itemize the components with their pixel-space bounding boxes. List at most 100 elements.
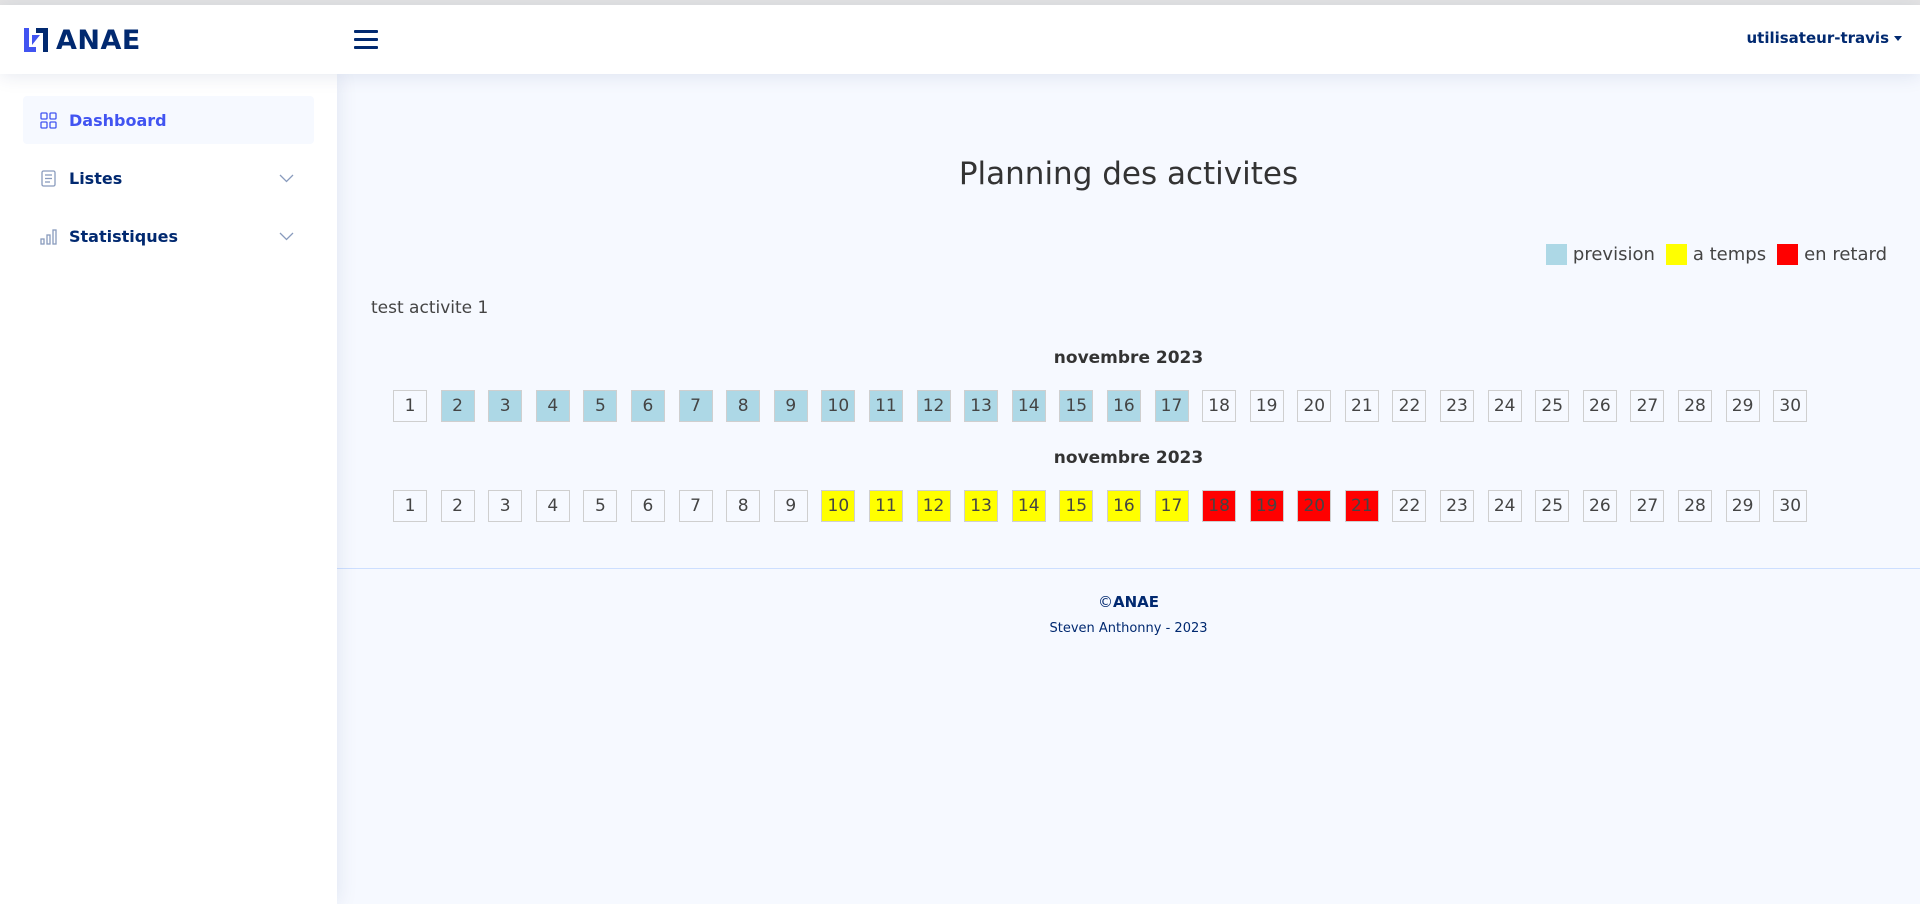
sidebar-item-statistiques[interactable]: Statistiques <box>23 212 314 260</box>
day-cell: 1 <box>393 490 427 522</box>
copyright: ©ANAE <box>337 593 1920 611</box>
day-cell: 24 <box>1487 490 1522 522</box>
day-cell: 19 <box>1249 390 1284 422</box>
legend: prevision a temps en retard <box>1535 244 1887 265</box>
day-cell: 3 <box>488 390 523 422</box>
day-cell: 23 <box>1440 490 1475 522</box>
sidebar-item-dashboard[interactable]: Dashboard <box>23 96 314 144</box>
day-cell: 8 <box>726 490 761 522</box>
sidebar-item-label: Statistiques <box>69 226 178 246</box>
day-cell: 5 <box>583 390 618 422</box>
day-cell: 14 <box>1011 390 1046 422</box>
day-cell: 24 <box>1487 390 1522 422</box>
day-cell: 4 <box>535 390 570 422</box>
day-cell: 21 <box>1344 390 1379 422</box>
day-cell: 16 <box>1106 490 1141 522</box>
day-cell: 20 <box>1297 490 1332 522</box>
day-cell: 23 <box>1440 390 1475 422</box>
day-cell: 30 <box>1773 490 1808 522</box>
day-cell: 30 <box>1773 390 1808 422</box>
legend-swatch <box>1665 244 1687 265</box>
day-cell: 28 <box>1678 490 1713 522</box>
day-cell: 8 <box>726 390 761 422</box>
day-cell: 29 <box>1725 490 1760 522</box>
day-cell: 18 <box>1202 490 1237 522</box>
day-cell: 22 <box>1392 490 1427 522</box>
day-cell: 10 <box>821 490 856 522</box>
sidebar-item-label: Dashboard <box>69 110 167 130</box>
caret-down-icon <box>1894 35 1902 41</box>
day-cell: 2 <box>440 390 475 422</box>
day-cell: 13 <box>964 490 999 522</box>
user-name: utilisateur-travis <box>1746 29 1889 47</box>
day-row-planned: 1 2 3 4 5 6 7 8 9 10 11 12 13 14 15 16 17 18 19 20 21 22 23 24 2… <box>393 390 1821 422</box>
page-title: Planning des activites <box>958 156 1299 192</box>
day-cell: 4 <box>535 490 570 522</box>
day-cell: 11 <box>868 490 903 522</box>
day-cell: 6 <box>630 390 665 422</box>
day-cell: 27 <box>1630 490 1665 522</box>
user-dropdown[interactable]: utilisateur-travis <box>1746 29 1902 47</box>
day-cell: 20 <box>1297 390 1332 422</box>
day-cell: 17 <box>1154 390 1189 422</box>
legend-swatch <box>1545 244 1567 265</box>
day-cell: 12 <box>916 490 951 522</box>
legend-label: a temps <box>1692 244 1767 265</box>
day-cell: 3 <box>488 490 523 522</box>
chevron-down-icon <box>279 232 294 241</box>
sidebar: Dashboard Listes Statistiques <box>0 74 337 904</box>
day-cell: 14 <box>1011 490 1046 522</box>
day-cell: 18 <box>1202 390 1237 422</box>
day-cell: 26 <box>1582 390 1617 422</box>
day-cell: 17 <box>1154 490 1189 522</box>
day-cell: 21 <box>1344 490 1379 522</box>
hamburger-icon[interactable] <box>352 27 380 51</box>
day-cell: 27 <box>1630 390 1665 422</box>
sidebar-item-label: Listes <box>69 168 123 188</box>
month-label-actual: novembre 2023 <box>1053 448 1204 468</box>
copyright-symbol: © <box>1097 593 1113 611</box>
legend-item-a-temps: a temps <box>1665 244 1767 265</box>
grid-icon <box>40 111 57 129</box>
sidebar-item-listes[interactable]: Listes <box>23 154 314 202</box>
top-header: ANAE utilisateur-travis <box>0 5 1920 74</box>
day-cell: 1 <box>393 390 427 422</box>
footer-brand: ANAE <box>1112 593 1160 611</box>
day-cell: 29 <box>1725 390 1760 422</box>
day-cell: 6 <box>630 490 665 522</box>
day-cell: 26 <box>1582 490 1617 522</box>
day-cell: 11 <box>868 390 903 422</box>
legend-label: en retard <box>1804 244 1887 265</box>
legend-item-en-retard: en retard <box>1777 244 1887 265</box>
legend-item-prevision: prevision <box>1545 244 1655 265</box>
day-cell: 2 <box>440 490 475 522</box>
day-cell: 15 <box>1059 490 1094 522</box>
day-cell: 5 <box>583 490 618 522</box>
day-cell: 7 <box>678 390 713 422</box>
month-label-planned: novembre 2023 <box>1053 348 1204 368</box>
bar-chart-icon <box>40 228 57 245</box>
day-cell: 16 <box>1106 390 1141 422</box>
legend-label: prevision <box>1572 244 1655 265</box>
legend-swatch <box>1777 244 1799 265</box>
footer: ©ANAE Steven Anthonny - 2023 <box>337 568 1920 636</box>
day-cell: 22 <box>1392 390 1427 422</box>
day-cell: 25 <box>1535 390 1570 422</box>
day-cell: 12 <box>916 390 951 422</box>
activity-name: test activite 1 <box>371 298 489 318</box>
day-cell: 9 <box>773 390 808 422</box>
footer-credits: Steven Anthonny - 2023 <box>1049 621 1208 636</box>
main-content: Planning des activites prevision a temps… <box>337 74 1920 904</box>
day-cell: 9 <box>773 490 808 522</box>
anae-logo-icon <box>24 28 48 52</box>
brand-logo[interactable]: ANAE <box>22 24 141 56</box>
day-cell: 28 <box>1678 390 1713 422</box>
day-row-actual: 1 2 3 4 5 6 7 8 9 10 11 12 13 14 15 16 17 18 19 20 21 22 23 24 2… <box>393 490 1821 522</box>
day-cell: 15 <box>1059 390 1094 422</box>
chevron-down-icon <box>279 174 294 183</box>
day-cell: 10 <box>821 390 856 422</box>
day-cell: 19 <box>1249 490 1284 522</box>
brand-name: ANAE <box>56 24 141 56</box>
day-cell: 13 <box>964 390 999 422</box>
list-doc-icon <box>41 169 56 187</box>
